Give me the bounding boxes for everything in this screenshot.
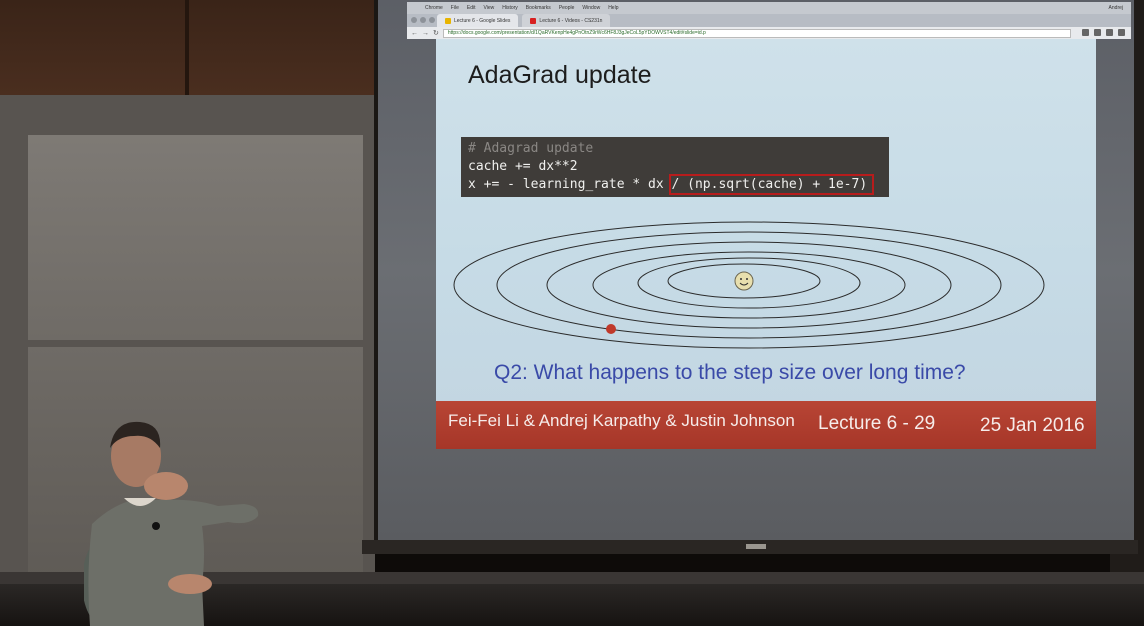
wall-seam — [185, 0, 189, 95]
presenter — [84, 421, 259, 626]
tab-label: Lecture 6 - Google Slides — [454, 17, 511, 24]
slides-icon — [445, 17, 451, 24]
menu-item[interactable]: People — [559, 5, 575, 11]
extension-icon[interactable] — [1094, 29, 1101, 36]
menu-icon[interactable] — [1118, 29, 1125, 36]
star-icon[interactable] — [1082, 29, 1089, 36]
reload-icon[interactable]: ↻ — [433, 29, 439, 37]
screen-bottom-bar — [362, 540, 1138, 554]
address-bar[interactable]: https://docs.google.com/presentation/d/1… — [442, 28, 1071, 38]
toolbar: ← → ↻ https://docs.google.com/presentati… — [407, 27, 1131, 39]
user-name[interactable]: Andrej — [1109, 5, 1123, 11]
start-point-dot — [606, 324, 616, 334]
menu-item[interactable]: View — [483, 5, 494, 11]
back-icon[interactable]: ← — [411, 30, 418, 37]
menu-item[interactable]: Help — [608, 5, 618, 11]
extension-icons — [1082, 29, 1125, 36]
menu-item[interactable]: File — [451, 5, 459, 11]
menu-item[interactable]: Chrome — [425, 5, 443, 11]
slide-footer: Fei-Fei Li & Andrej Karpathy & Justin Jo… — [436, 401, 1096, 449]
browser-window: Chrome File Edit View History Bookmarks … — [407, 2, 1131, 39]
mac-menubar: Chrome File Edit View History Bookmarks … — [407, 2, 1131, 14]
tab-label: Lecture 6 - Videos - CS231n — [539, 17, 603, 24]
menu-item[interactable]: Window — [582, 5, 600, 11]
youtube-icon — [530, 17, 537, 24]
footer-authors: Fei-Fei Li & Andrej Karpathy & Justin Jo… — [448, 411, 795, 430]
contour-diagram — [453, 221, 1045, 349]
slide-question: Q2: What happens to the step size over l… — [494, 361, 966, 384]
slide: AdaGrad update # Adagrad update cache +=… — [436, 39, 1096, 411]
screen-latch — [746, 544, 766, 549]
menu-item[interactable]: Bookmarks — [526, 5, 551, 11]
chalkboard-upper — [28, 135, 363, 340]
tab-youtube[interactable]: Lecture 6 - Videos - CS231n — [522, 14, 611, 27]
smiley-face-icon — [734, 271, 754, 291]
extension-icon[interactable] — [1106, 29, 1113, 36]
wood-wall-panel — [0, 0, 375, 95]
tab-strip: Lecture 6 - Google Slides Lecture 6 - Vi… — [407, 14, 1131, 27]
footer-date: 25 Jan 2016 — [980, 415, 1085, 436]
forward-icon[interactable]: → — [422, 30, 429, 37]
footer-lecture-number: Lecture 6 - 29 — [818, 413, 936, 434]
tab-slides[interactable]: Lecture 6 - Google Slides — [437, 14, 519, 27]
menu-item[interactable]: Edit — [467, 5, 476, 11]
menu-item[interactable]: History — [502, 5, 518, 11]
